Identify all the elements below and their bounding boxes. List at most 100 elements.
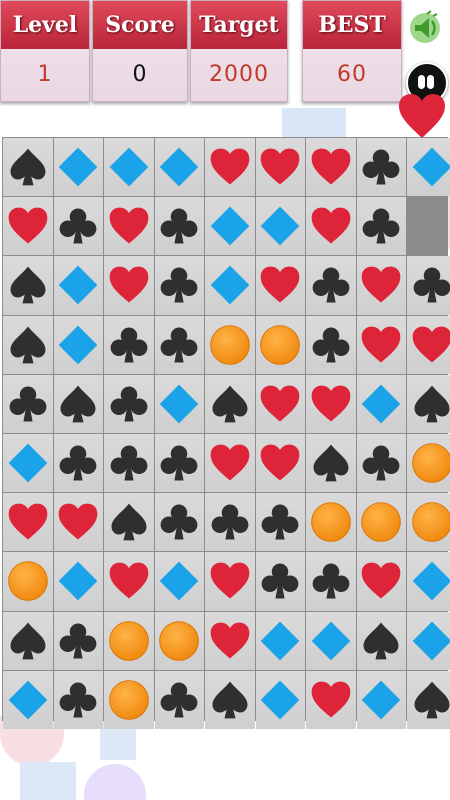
- board-cell[interactable]: [154, 374, 204, 433]
- board-cell[interactable]: [3, 611, 53, 670]
- spade-icon: [60, 385, 96, 423]
- board-cell[interactable]: [53, 315, 103, 374]
- board-cell[interactable]: [255, 552, 305, 611]
- board-cell[interactable]: [104, 197, 154, 256]
- board-cell[interactable]: [104, 138, 154, 197]
- board-cell[interactable]: [356, 670, 406, 729]
- board-cell[interactable]: [104, 670, 154, 729]
- board-cell[interactable]: [205, 670, 255, 729]
- board-cell[interactable]: [407, 433, 450, 493]
- board-cell[interactable]: [407, 256, 450, 315]
- board-cell[interactable]: [407, 374, 450, 433]
- heart-icon: [260, 385, 300, 422]
- board-cell[interactable]: [407, 611, 450, 670]
- diamond-icon: [311, 621, 351, 660]
- board-cell[interactable]: [3, 256, 53, 315]
- score-label: Score: [93, 1, 187, 49]
- board-cell[interactable]: [205, 138, 255, 197]
- board-cell[interactable]: [3, 315, 53, 374]
- board-cell[interactable]: [104, 374, 154, 433]
- board-cell[interactable]: [356, 374, 406, 433]
- board-cell[interactable]: [356, 197, 406, 256]
- board-cell[interactable]: [407, 138, 450, 197]
- board-cell[interactable]: [306, 433, 356, 493]
- board-cell[interactable]: [3, 374, 53, 433]
- board-cell[interactable]: [104, 493, 154, 552]
- board-cell[interactable]: [3, 670, 53, 729]
- board-cell[interactable]: [3, 552, 53, 611]
- board-cell[interactable]: [53, 374, 103, 433]
- board-cell[interactable]: [306, 256, 356, 315]
- board-cell[interactable]: [407, 197, 450, 255]
- board-cell[interactable]: [255, 493, 305, 552]
- board-cell[interactable]: [306, 315, 356, 374]
- board-cell[interactable]: [53, 138, 103, 197]
- board-cell[interactable]: [255, 315, 305, 374]
- board-cell[interactable]: [154, 493, 204, 552]
- board-cell[interactable]: [53, 256, 103, 315]
- board-cell[interactable]: [255, 374, 305, 433]
- board-cell[interactable]: [154, 138, 204, 197]
- board-cell[interactable]: [154, 670, 204, 729]
- spade-icon: [313, 444, 349, 482]
- board-cell[interactable]: [53, 433, 103, 493]
- board-cell[interactable]: [53, 197, 103, 256]
- board-cell[interactable]: [306, 611, 356, 670]
- board-cell[interactable]: [53, 552, 103, 611]
- board-cell[interactable]: [306, 670, 356, 729]
- level-label: Level: [1, 1, 89, 49]
- board-cell[interactable]: [154, 315, 204, 374]
- board-cell[interactable]: [3, 197, 53, 256]
- target-value: 2000: [209, 62, 269, 87]
- board-cell[interactable]: [255, 256, 305, 315]
- board-cell[interactable]: [154, 256, 204, 315]
- board-cell[interactable]: [407, 670, 450, 729]
- board-cell[interactable]: [154, 197, 204, 256]
- board-cell[interactable]: [3, 433, 53, 493]
- board-cell[interactable]: [154, 552, 204, 611]
- board-cell[interactable]: [104, 256, 154, 315]
- board-cell[interactable]: [407, 315, 450, 374]
- board-cell[interactable]: [306, 197, 356, 256]
- board-cell[interactable]: [205, 493, 255, 552]
- board-cell[interactable]: [205, 197, 255, 256]
- board-cell[interactable]: [356, 315, 406, 374]
- board-cell[interactable]: [53, 493, 103, 552]
- board-cell[interactable]: [205, 256, 255, 315]
- orb-icon: [108, 680, 149, 720]
- board-cell[interactable]: [53, 611, 103, 670]
- board-cell[interactable]: [306, 374, 356, 433]
- board-cell[interactable]: [255, 197, 305, 256]
- board-cell[interactable]: [356, 611, 406, 670]
- board-cell[interactable]: [407, 493, 450, 552]
- board-cell[interactable]: [3, 138, 53, 197]
- board-cell[interactable]: [205, 433, 255, 493]
- board-cell[interactable]: [356, 552, 406, 611]
- board-cell[interactable]: [53, 670, 103, 729]
- board-cell[interactable]: [356, 493, 406, 552]
- board-cell[interactable]: [255, 433, 305, 493]
- board-cell[interactable]: [255, 138, 305, 197]
- board-cell[interactable]: [356, 256, 406, 315]
- board-cell[interactable]: [154, 611, 204, 670]
- board-cell[interactable]: [306, 138, 356, 197]
- board-cell[interactable]: [255, 611, 305, 670]
- board-cell[interactable]: [306, 493, 356, 552]
- board-cell[interactable]: [407, 552, 450, 611]
- board-cell[interactable]: [255, 670, 305, 729]
- board-cell[interactable]: [356, 138, 406, 197]
- board-cell[interactable]: [104, 315, 154, 374]
- board-cell[interactable]: [205, 611, 255, 670]
- sound-button[interactable]: [405, 6, 445, 46]
- board-cell[interactable]: [104, 611, 154, 670]
- board-cell[interactable]: [306, 552, 356, 611]
- board-cell[interactable]: [104, 552, 154, 611]
- board-cell[interactable]: [356, 433, 406, 493]
- board-cell[interactable]: [154, 433, 204, 493]
- board-cell[interactable]: [3, 493, 53, 552]
- heart-icon: [109, 207, 149, 244]
- board-cell[interactable]: [205, 552, 255, 611]
- board-cell[interactable]: [205, 374, 255, 433]
- board-cell[interactable]: [104, 433, 154, 493]
- board-cell[interactable]: [205, 315, 255, 374]
